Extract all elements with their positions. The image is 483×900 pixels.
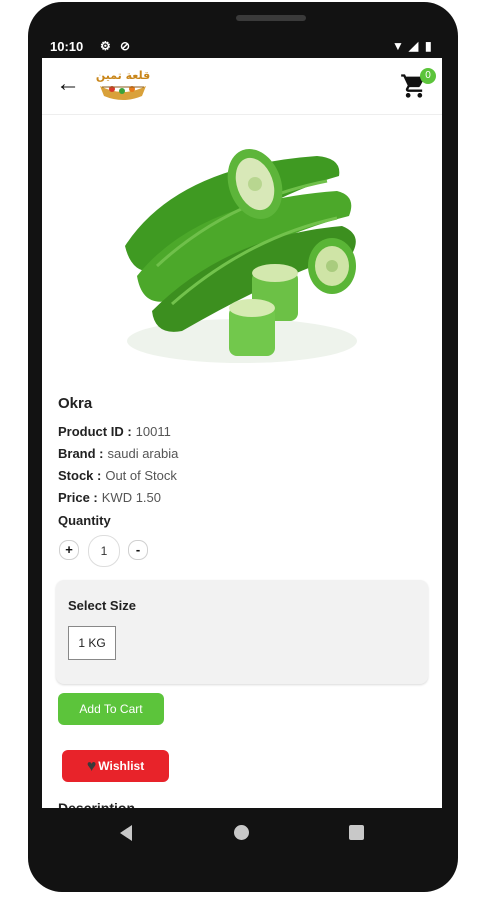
brand-value: saudi arabia: [107, 446, 179, 461]
size-card: Select Size 1 KG: [56, 580, 428, 684]
nav-recents-icon[interactable]: [349, 825, 364, 840]
stock-label: Stock :: [58, 468, 102, 483]
description-heading: Description: [58, 800, 136, 808]
app-bar: ← قلعة تمين 0: [42, 58, 442, 115]
quantity-minus-button[interactable]: -: [128, 540, 148, 560]
store-logo: قلعة تمين: [96, 69, 150, 100]
heart-icon: ♥: [86, 758, 97, 775]
cart-badge: 0: [420, 68, 436, 84]
status-time: 10:10: [50, 39, 84, 54]
battery-icon: ▮: [425, 39, 432, 53]
nav-home-icon[interactable]: [234, 825, 249, 840]
arrow-left-icon[interactable]: ←: [56, 72, 80, 96]
quantity-plus-button[interactable]: +: [59, 540, 79, 560]
okra-image: [117, 126, 367, 376]
product-id-value: 10011: [135, 424, 171, 439]
price-label: Price :: [58, 490, 98, 505]
settings-icon: ⚙: [100, 39, 111, 53]
product-id-row: Product ID :10011: [58, 424, 171, 439]
app-screen: ← قلعة تمين 0 Okra Product ID: 10011 Br…: [42, 58, 442, 808]
stock-row: Stock : Out of Stock: [58, 468, 177, 483]
add-to-cart-button[interactable]: Add To Cart: [58, 693, 164, 725]
quantity-value[interactable]: 1: [88, 535, 120, 567]
price-row: Price : KWD 1.50: [58, 490, 161, 505]
product-title: Okra: [58, 395, 93, 412]
nav-back-icon[interactable]: [120, 825, 132, 841]
wishlist-label: Wishlist: [98, 759, 145, 773]
wishlist-button[interactable]: ♥ Wishlist: [62, 750, 169, 782]
brand-label: Brand :: [58, 446, 104, 461]
signal-icon: ◢: [409, 39, 419, 53]
brand-row: Brand : saudi arabia: [58, 446, 178, 461]
select-size-title: Select Size: [68, 598, 136, 613]
product-id-label: Product ID :: [58, 424, 132, 439]
sync-icon: ⊘: [120, 39, 131, 53]
android-nav-bar: [42, 808, 442, 858]
quantity-label: Quantity: [58, 513, 111, 528]
logo-text: قلعة تمين: [96, 69, 150, 82]
size-option-1kg[interactable]: 1 KG: [68, 626, 116, 660]
status-bar: 10:10 ⚙ ⊘ ▼ ◢ ▮: [42, 36, 442, 58]
price-value: KWD 1.50: [101, 490, 161, 505]
speaker: [236, 15, 306, 21]
stock-value: Out of Stock: [105, 468, 177, 483]
wifi-icon: ▼: [392, 39, 404, 53]
